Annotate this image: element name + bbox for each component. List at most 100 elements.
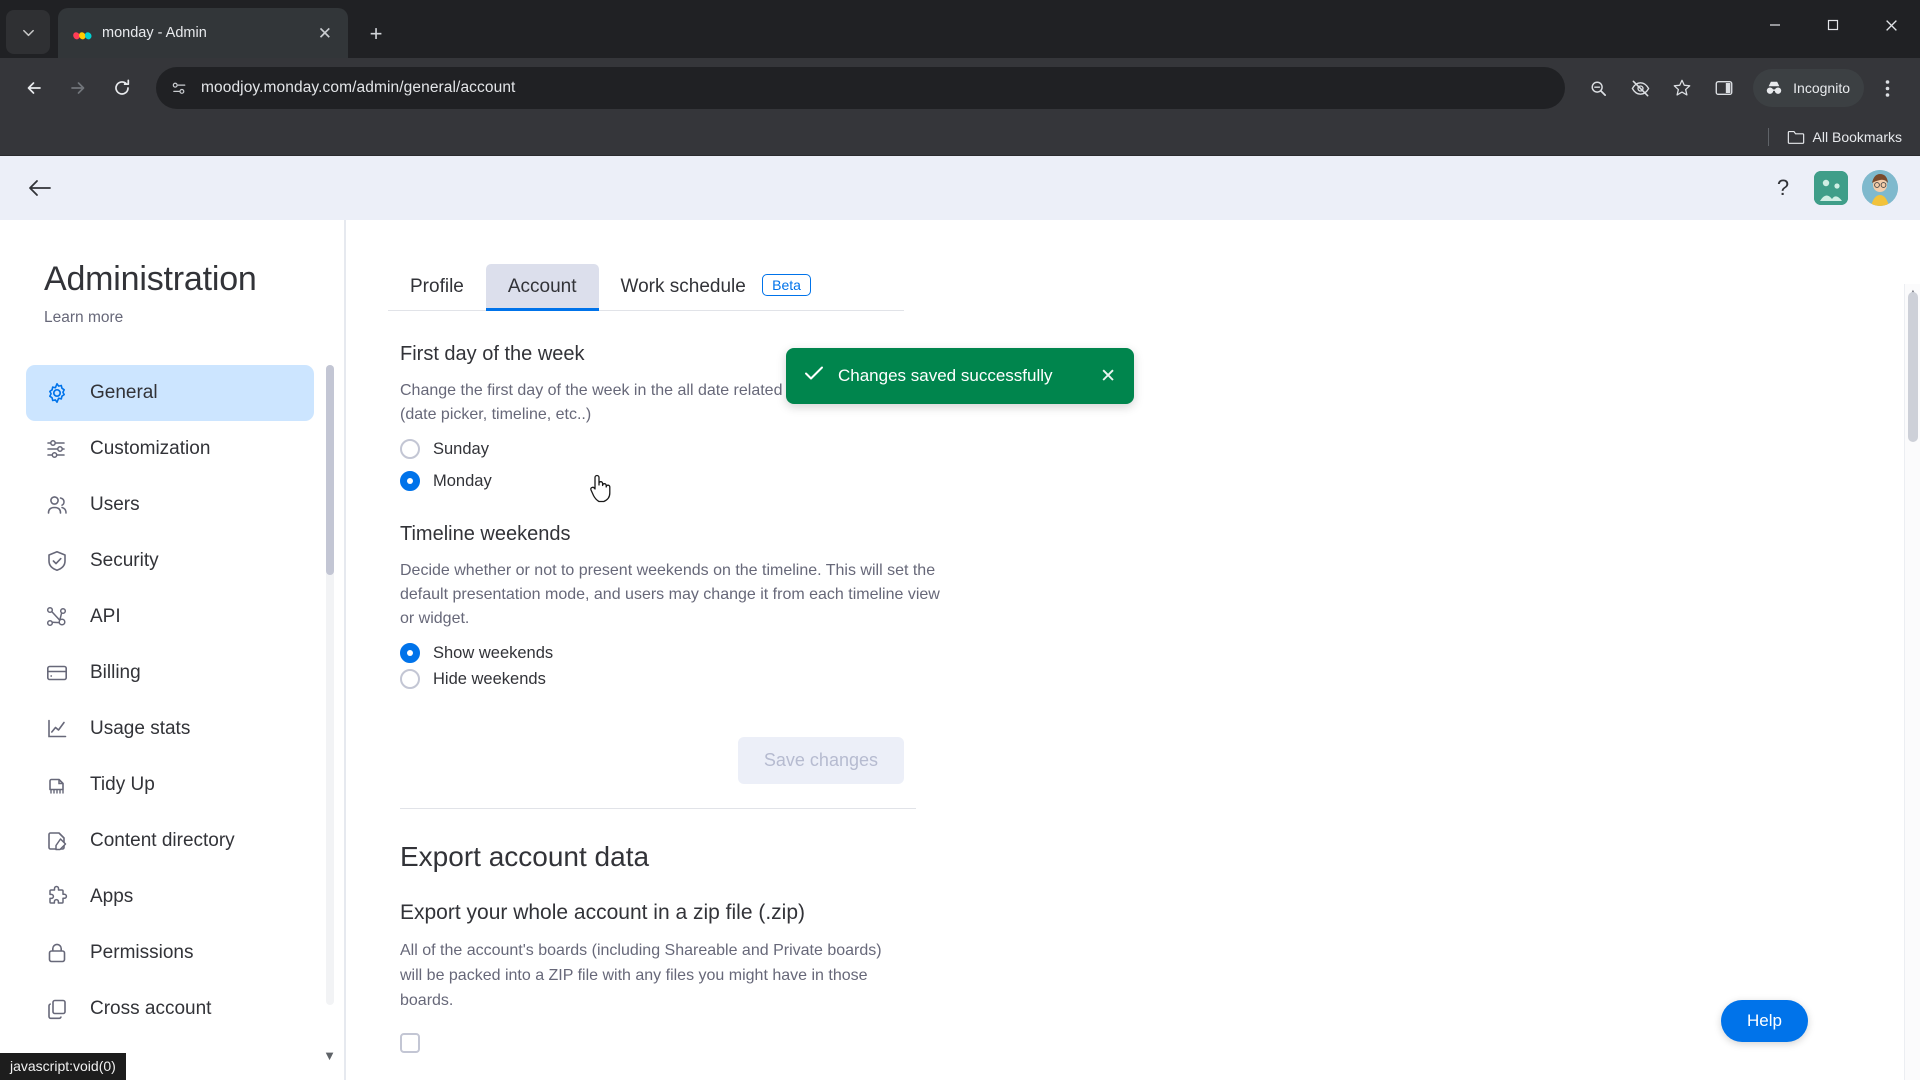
radio-option-sunday[interactable]: Sunday [400,439,948,459]
tab-profile[interactable]: Profile [388,264,486,310]
radio-option-show-weekends[interactable]: Show weekends [400,643,948,663]
sidebar-scroll-thumb[interactable] [326,365,334,575]
apps-avatar-icon [1814,171,1848,205]
tab-account[interactable]: Account [485,264,599,311]
all-bookmarks-label: All Bookmarks [1812,128,1902,145]
export-subheading: Export your whole account in a zip file … [400,901,806,924]
sidebar-item-usage-stats[interactable]: Usage stats [26,701,314,757]
sidebar-item-label: Customization [90,438,211,459]
radio-button-selected[interactable] [400,471,420,491]
bookmarks-bar: All Bookmarks [0,118,1920,156]
sidebar-item-tidy-up[interactable]: Tidy Up [26,757,314,813]
back-button[interactable] [14,68,54,108]
three-dot-menu-icon [1885,79,1889,97]
zoom-out-button[interactable] [1579,69,1617,107]
address-bar[interactable]: moodjoy.monday.com/admin/general/account [156,67,1566,109]
reload-button[interactable] [102,68,142,108]
address-bar-url: moodjoy.monday.com/admin/general/account [201,79,516,96]
minimize-button[interactable] [1746,0,1804,50]
mouse-cursor [588,472,614,509]
section-divider [400,808,916,809]
sidebar-item-billing[interactable]: Billing [26,645,314,701]
puzzle-icon [44,884,70,910]
sidebar-item-general[interactable]: General [26,365,314,421]
settings-content: Profile Account Work schedule Beta First… [345,220,1920,1080]
learn-more-link[interactable]: Learn more [0,309,123,327]
export-checkbox[interactable] [400,1033,420,1054]
browser-menu-button[interactable] [1868,69,1906,107]
forward-arrow-icon [71,82,85,94]
radio-button[interactable] [400,439,420,459]
radio-button-selected[interactable] [400,643,420,663]
side-panel-button[interactable] [1705,69,1743,107]
sidebar-item-users[interactable]: Users [26,477,314,533]
radio-option-monday[interactable]: Monday [400,471,948,491]
users-icon [44,492,70,518]
radio-button[interactable] [400,669,420,689]
forward-button[interactable] [58,68,98,108]
chart-line-icon [44,716,70,742]
toast-close-icon[interactable]: ✕ [1100,365,1116,388]
user-avatar[interactable] [1862,170,1898,206]
tab-work-schedule[interactable]: Work schedule Beta [599,262,833,310]
status-bar-tooltip: javascript:void(0) [0,1053,126,1080]
app-back-button[interactable] [22,170,58,206]
sidebar-scrollbar[interactable] [326,365,334,1005]
minimize-icon [1770,24,1780,26]
sidebar-item-label: Billing [90,662,141,683]
window-controls [1746,0,1920,50]
sidebar-item-permissions[interactable]: Permissions [26,925,314,981]
sidebar-scroll-down-icon[interactable]: ▼ [323,1048,336,1063]
web-page: ? Administration Learn more General Cust… [0,156,1920,1080]
tab-close-icon[interactable]: ✕ [314,23,336,44]
section-description: Decide whether or not to present weekend… [400,562,940,627]
tab-search-button[interactable] [6,10,50,54]
sidebar-item-security[interactable]: Security [26,533,314,589]
app-header: ? [0,156,1920,220]
sidebar-item-cross-account[interactable]: Cross account [26,981,314,1037]
back-arrow-icon [27,82,41,94]
save-changes-button[interactable]: Save changes [737,737,904,784]
page-scrollbar[interactable]: ▲ ▼ [1904,284,1920,1080]
app-switcher-avatar[interactable] [1814,171,1848,205]
sidebar-item-label: Permissions [90,942,194,963]
tracking-protection-button[interactable] [1621,69,1659,107]
admin-sidebar: Administration Learn more General Custom… [0,220,345,1080]
all-bookmarks-button[interactable]: All Bookmarks [1787,129,1902,145]
success-toast: Changes saved successfully ✕ [786,348,1134,404]
window-close-button[interactable] [1862,0,1920,50]
sidebar-item-customization[interactable]: Customization [26,421,314,477]
incognito-indicator[interactable]: Incognito [1753,69,1864,107]
browser-tab[interactable]: monday - Admin ✕ [58,8,348,58]
close-icon [1885,19,1897,31]
admin-nav-list: General Customization Users Security API… [0,365,344,1077]
export-paragraph: All of the account's boards (including S… [400,942,882,1009]
sidebar-item-label: Usage stats [90,718,191,739]
tab-strip: monday - Admin ✕ + [0,0,1920,58]
sidebar-item-label: Apps [90,886,134,907]
page-title: Administration [44,260,257,298]
sidebar-item-content-directory[interactable]: Content directory [26,813,314,869]
side-panel-icon [1715,80,1733,96]
new-tab-button[interactable]: + [358,16,394,52]
page-scroll-thumb[interactable] [1908,292,1918,442]
page-info-icon[interactable] [170,79,189,98]
tab-label: Work schedule [620,276,746,297]
help-button[interactable]: Help [1721,1000,1808,1042]
sidebar-item-label: Content directory [90,830,235,851]
sidebar-item-api[interactable]: API [26,589,314,645]
question-mark-icon[interactable]: ? [1766,171,1800,205]
credit-card-icon [44,660,70,686]
radio-option-hide-weekends[interactable]: Hide weekends [400,669,948,689]
edit-document-icon [44,828,70,854]
gear-icon [44,380,70,406]
nodes-icon [44,604,70,630]
sidebar-item-apps[interactable]: Apps [26,869,314,925]
bookmark-button[interactable] [1663,69,1701,107]
radio-label: Sunday [433,439,489,458]
bookmark-separator [1767,127,1769,146]
maximize-button[interactable] [1804,0,1862,50]
settings-tabs: Profile Account Work schedule Beta [388,262,904,311]
bookmark-star-icon [1673,79,1691,96]
copy-icon [44,996,70,1022]
